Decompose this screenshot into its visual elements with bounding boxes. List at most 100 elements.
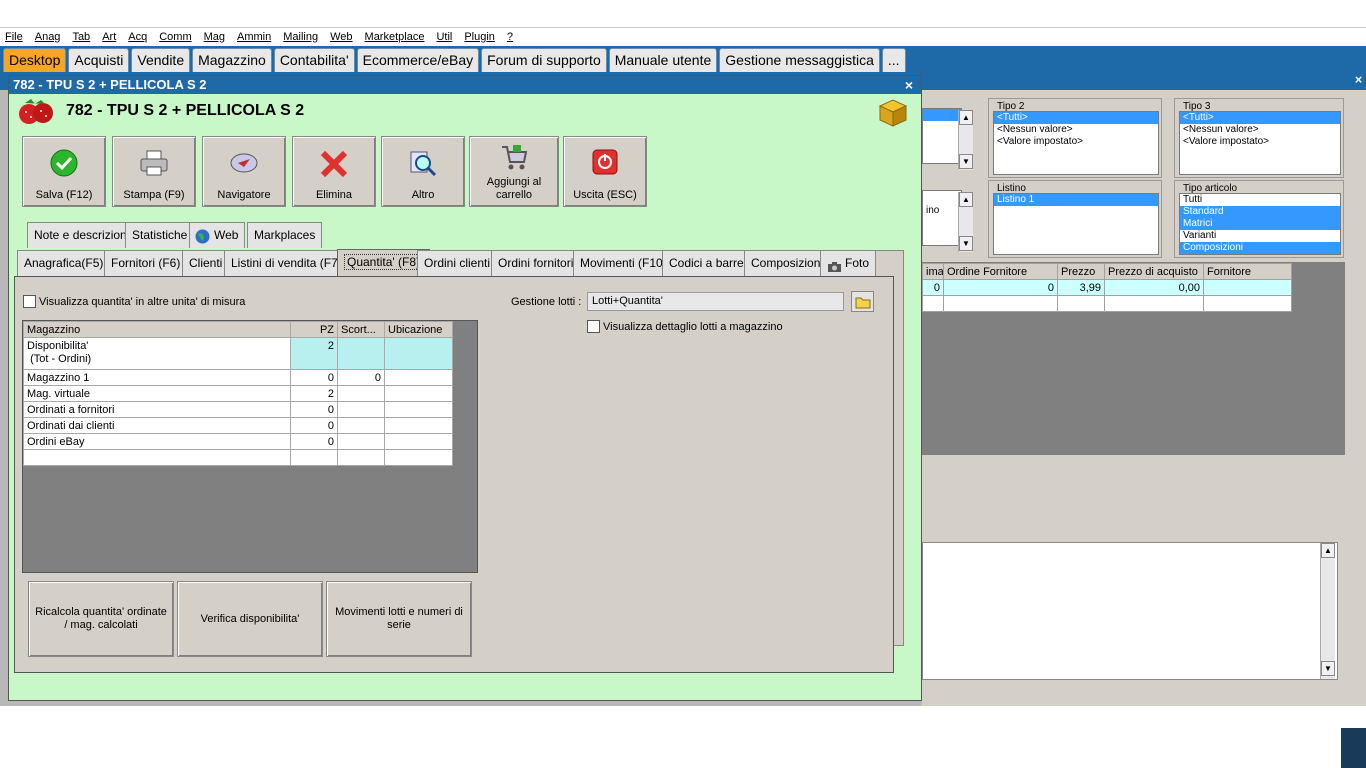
col-header[interactable]: Prezzo [1057, 263, 1105, 280]
menu-comm[interactable]: Comm [159, 31, 191, 43]
verify-availability-button[interactable]: Verifica disponibilita' [177, 581, 323, 657]
list-item[interactable]: Tutti [1180, 194, 1340, 206]
table-cell[interactable] [384, 417, 453, 434]
table-cell[interactable]: 2 [290, 385, 338, 402]
menu-ammin[interactable]: Ammin [237, 31, 271, 43]
menu-plugin[interactable]: Plugin [464, 31, 495, 43]
table-cell[interactable]: 0 [290, 433, 338, 450]
col-header[interactable]: Prezzo di acquisto [1104, 263, 1204, 280]
table-row[interactable]: 0 0 3,99 0,00 [922, 279, 1292, 296]
tab-foto[interactable]: Foto [820, 250, 877, 276]
list-item[interactable]: <Nessun valore> [994, 124, 1158, 136]
table-cell[interactable]: 2 [290, 337, 338, 370]
lotti-detail-checkbox[interactable] [587, 320, 600, 333]
tab-magazzino[interactable]: Magazzino [192, 48, 272, 72]
memo-scrollbar[interactable]: ▲ ▼ [1320, 543, 1335, 679]
tab-vendite[interactable]: Vendite [131, 48, 191, 72]
menu-marketplace[interactable]: Marketplace [365, 31, 425, 43]
col-header-scorta[interactable]: Scort... [337, 321, 385, 338]
tab-statistics[interactable]: Statistiche [125, 222, 195, 248]
show-units-checkbox[interactable] [23, 295, 36, 308]
tab-web[interactable]: Web [189, 222, 246, 248]
table-row[interactable]: Disponibilita' (Tot - Ordini) 2 [23, 337, 453, 370]
exit-button[interactable]: Uscita (ESC) [563, 136, 647, 207]
tab-markplaces[interactable]: Markplaces [247, 222, 323, 248]
table-cell[interactable] [384, 433, 453, 450]
tab-codici-barre[interactable]: Codici a barre [662, 250, 751, 276]
col-header-magazzino[interactable]: Magazzino [23, 321, 291, 338]
tab-ordini-fornitori[interactable]: Ordini fornitori [491, 250, 581, 276]
table-row[interactable] [23, 449, 453, 466]
menu-web[interactable]: Web [330, 31, 352, 43]
list-item[interactable]: Varianti [1180, 230, 1340, 242]
tipo3-list[interactable]: <Tutti> <Nessun valore> <Valore impostat… [1179, 111, 1341, 175]
folder-button[interactable] [851, 291, 874, 312]
table-cell[interactable] [1203, 279, 1292, 296]
tab-ordini-clienti[interactable]: Ordini clienti [417, 250, 498, 276]
tab-listini[interactable]: Listini di vendita (F7) [224, 250, 349, 276]
table-cell[interactable] [384, 337, 453, 370]
print-button[interactable]: Stampa (F9) [112, 136, 196, 207]
listino-list[interactable]: Listino 1 [993, 193, 1159, 255]
tab-acquisti[interactable]: Acquisti [68, 48, 130, 72]
delete-button[interactable]: Elimina [292, 136, 376, 207]
table-cell[interactable]: 0 [922, 279, 944, 296]
menu-anag[interactable]: Anag [35, 31, 61, 43]
table-cell[interactable]: Disponibilita' (Tot - Ordini) [23, 337, 291, 370]
lot-movements-button[interactable]: Movimenti lotti e numeri di serie [326, 581, 472, 657]
col-header[interactable]: ima [922, 263, 944, 280]
table-row[interactable] [922, 295, 1292, 312]
list-item[interactable]: ino [923, 205, 961, 217]
table-cell[interactable] [337, 401, 385, 418]
table-cell[interactable]: 0 [290, 417, 338, 434]
tipo2-list[interactable]: <Tutti> <Nessun valore> <Valore impostat… [993, 111, 1159, 175]
table-cell[interactable]: 0 [943, 279, 1058, 296]
table-row[interactable]: Ordini eBay 0 [23, 433, 453, 450]
table-cell[interactable]: 0 [290, 369, 338, 386]
list-item[interactable]: Matrici [1180, 218, 1340, 230]
tab-forum[interactable]: Forum di supporto [481, 48, 607, 72]
tab-contabilita[interactable]: Contabilita' [273, 48, 355, 72]
list-item[interactable]: Composizioni [1180, 242, 1340, 254]
tipo-articolo-list[interactable]: Tutti Standard Matrici Varianti Composiz… [1179, 193, 1341, 255]
menu-util[interactable]: Util [436, 31, 452, 43]
tab-messaggistica[interactable]: Gestione messaggistica [719, 48, 880, 72]
close-icon[interactable]: × [900, 76, 918, 94]
scrollbar[interactable]: ▲ ▼ [958, 110, 973, 170]
scroll-up-icon[interactable]: ▲ [959, 110, 973, 125]
menu-mag[interactable]: Mag [204, 31, 225, 43]
table-cell[interactable]: Ordini eBay [23, 433, 291, 450]
menu-help[interactable]: ? [507, 31, 513, 43]
scroll-down-icon[interactable]: ▼ [959, 236, 973, 251]
scroll-up-icon[interactable]: ▲ [959, 192, 973, 207]
table-cell[interactable] [384, 369, 453, 386]
list-item[interactable]: . [923, 109, 961, 121]
bg-memo-field[interactable] [922, 542, 1338, 680]
mdi-close-icon[interactable]: × [1351, 72, 1366, 88]
list-item[interactable]: <Nessun valore> [1180, 124, 1340, 136]
table-cell[interactable]: 3,99 [1057, 279, 1105, 296]
list-item[interactable]: Standard [1180, 206, 1340, 218]
list-item[interactable]: Listino 1 [994, 194, 1158, 206]
list-item[interactable]: <Tutti> [1180, 112, 1340, 124]
save-button[interactable]: Salva (F12) [22, 136, 106, 207]
table-cell[interactable]: Ordinati dai clienti [23, 417, 291, 434]
table-cell[interactable] [384, 385, 453, 402]
scrollbar[interactable]: ▲ ▼ [958, 192, 973, 252]
scroll-down-icon[interactable]: ▼ [1321, 661, 1335, 676]
menu-tab[interactable]: Tab [72, 31, 90, 43]
list-item[interactable]: <Valore impostato> [994, 136, 1158, 148]
tab-fornitori[interactable]: Fornitori (F6) [104, 250, 188, 276]
tab-ecommerce[interactable]: Ecommerce/eBay [356, 48, 480, 72]
recalc-button[interactable]: Ricalcola quantita' ordinate / mag. calc… [28, 581, 174, 657]
tab-anagrafica[interactable]: Anagrafica(F5) [17, 250, 111, 276]
more-button[interactable]: Altro [381, 136, 465, 207]
lotti-field[interactable]: Lotti+Quantita' [587, 292, 844, 311]
add-to-cart-button[interactable]: Aggiungi al carrello [469, 136, 559, 207]
table-cell[interactable]: 0 [337, 369, 385, 386]
table-cell[interactable]: 0 [290, 401, 338, 418]
table-row[interactable]: Ordinati dai clienti 0 [23, 417, 453, 434]
navigator-button[interactable]: Navigatore [202, 136, 286, 207]
taskbar-icon[interactable] [1341, 728, 1366, 768]
scroll-up-icon[interactable]: ▲ [1321, 543, 1335, 558]
